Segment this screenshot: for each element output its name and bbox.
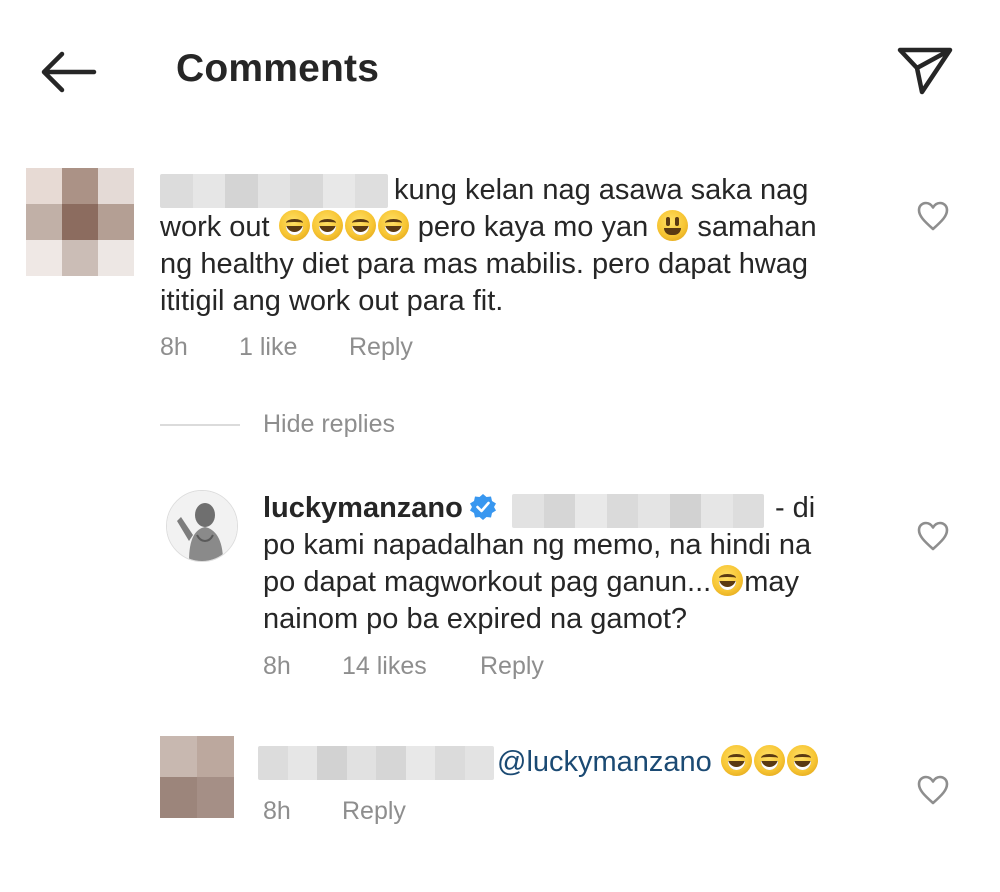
comment-line: kung kelan nag asawa saka nag (394, 174, 809, 206)
blurred-mention (512, 494, 764, 528)
reply-line: - di (774, 492, 816, 524)
reply-line: po dapat magworkout pag ganun... (263, 566, 712, 598)
heart-icon[interactable] (916, 520, 950, 552)
comment-time: 8h (160, 333, 188, 361)
reply-line: nainom po ba expired na gamot? (263, 603, 688, 635)
reply-button[interactable]: Reply (349, 333, 413, 362)
divider (160, 424, 240, 426)
reply-time: 8h (263, 797, 291, 825)
hide-replies-button[interactable]: Hide replies (263, 410, 395, 439)
commenter-avatar[interactable] (160, 736, 234, 818)
laughing-emoji-icon (720, 745, 752, 776)
reply-text: @luckymanzano (497, 744, 897, 781)
comment-line: ng healthy diet para mas mabilis. pero d… (160, 248, 809, 280)
laughing-emoji-icon (278, 210, 310, 241)
reply-line: po kami napadalhan ng memo, na hindi na (263, 529, 812, 561)
reply-button[interactable]: Reply (480, 652, 544, 681)
verified-badge-icon (469, 494, 496, 520)
page-title: Comments (176, 47, 380, 90)
likes-count[interactable]: 14 likes (342, 652, 427, 681)
username[interactable]: luckymanzano (263, 492, 463, 524)
comment-line: work out (160, 211, 270, 243)
reply-line: may (744, 566, 800, 598)
smiley-emoji-icon (657, 210, 689, 241)
profile-photo (167, 491, 237, 561)
comment-text: kung kelan nag asawa saka nag work out p… (160, 172, 880, 320)
commenter-avatar[interactable] (26, 168, 134, 276)
laughing-emoji-icon (786, 745, 818, 776)
laughing-emoji-icon (344, 210, 376, 241)
avatar[interactable] (166, 490, 238, 562)
comment-line: ititigil ang work out para fit. (160, 285, 504, 317)
heart-icon[interactable] (916, 200, 950, 232)
comment-line: pero kaya mo yan (409, 211, 649, 243)
heart-icon[interactable] (916, 774, 950, 806)
likes-count[interactable]: 1 like (239, 333, 297, 362)
laughing-emoji-icon (753, 745, 785, 776)
paper-plane-icon[interactable] (896, 44, 954, 96)
mention-link[interactable]: @luckymanzano (497, 746, 712, 778)
laughing-emoji-icon (311, 210, 343, 241)
laughing-emoji-icon (712, 565, 744, 596)
reply-time: 8h (263, 652, 291, 680)
comment-line: samahan (689, 211, 817, 243)
arrow-left-icon[interactable] (38, 48, 98, 96)
header-bar: Comments (0, 0, 1000, 140)
blurred-username (258, 746, 494, 780)
laughing-emoji-icon (377, 210, 409, 241)
reply-button[interactable]: Reply (342, 797, 406, 826)
